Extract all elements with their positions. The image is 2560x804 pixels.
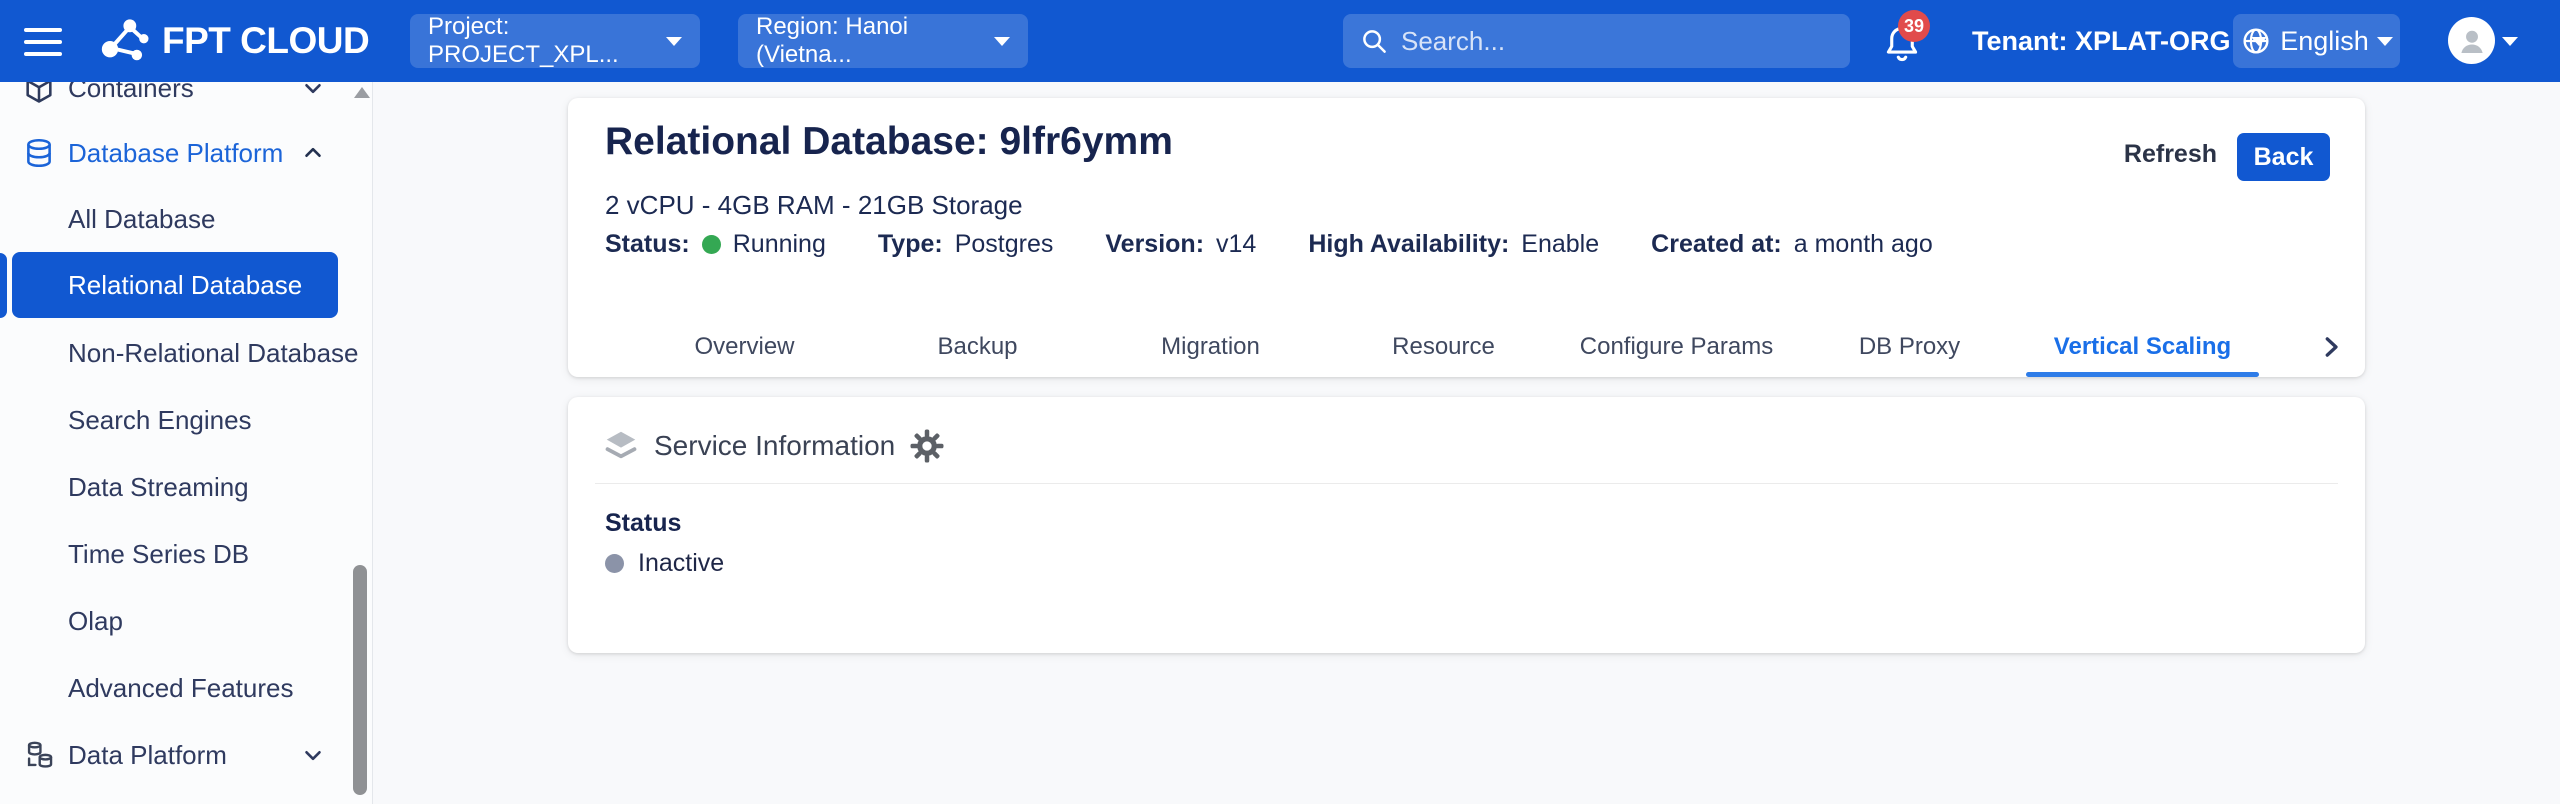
notification-count-badge: 39 [1898, 10, 1930, 42]
sidebar-item-data-streaming[interactable]: Data Streaming [0, 454, 373, 520]
layers-icon [602, 427, 640, 465]
created-value: a month ago [1794, 230, 1933, 259]
globe-icon [2240, 25, 2272, 57]
search-icon [1359, 26, 1389, 56]
tab-resource[interactable]: Resource [1327, 317, 1560, 377]
fpt-molecule-icon [96, 13, 152, 69]
notifications-button[interactable]: 39 [1880, 14, 1938, 72]
service-information-card: Service Information [568, 397, 2365, 653]
project-dropdown[interactable]: Project: PROJECT_XPL... [410, 14, 700, 68]
main-content: Relational Database: 9lfr6ymm 2 vCPU - 4… [373, 82, 2560, 804]
sidebar-item-non-relational-database[interactable]: Non-Relational Database [0, 320, 373, 386]
tab-db-proxy[interactable]: DB Proxy [1793, 317, 2026, 377]
user-avatar[interactable] [2448, 17, 2495, 64]
version-label: Version: [1105, 230, 1204, 259]
service-status-heading: Status [605, 509, 681, 538]
service-status-row: Inactive [605, 549, 724, 578]
status-label: Status: [605, 230, 690, 259]
running-status-dot [702, 235, 721, 254]
meta-version: Version: v14 [1105, 230, 1256, 259]
scrollbar-up-arrow[interactable] [354, 87, 370, 98]
page-title: Relational Database: 9lfr6ymm [605, 120, 1173, 164]
created-label: Created at: [1651, 230, 1782, 259]
meta-type: Type: Postgres [878, 230, 1054, 259]
sidebar-item-data-platform[interactable]: Data Platform [0, 722, 373, 788]
sidebar-item-label: Time Series DB [68, 539, 249, 570]
meta-high-availability: High Availability: Enable [1308, 230, 1599, 259]
ha-value: Enable [1521, 230, 1599, 259]
tenant-dropdown[interactable]: Tenant: XPLAT-ORG [1972, 0, 2267, 82]
fpt-cloud-logo[interactable]: FPT CLOUD [96, 12, 369, 70]
ha-label: High Availability: [1308, 230, 1509, 259]
region-dropdown[interactable]: Region: Hanoi (Vietna... [738, 14, 1028, 68]
sidebar-item-search-engines[interactable]: Search Engines [0, 387, 373, 453]
active-tab-underline [2026, 372, 2259, 377]
service-status-value: Inactive [638, 549, 724, 578]
type-value: Postgres [955, 230, 1054, 259]
divider [595, 483, 2338, 484]
tab-bar: Overview Backup Migration Resource Confi… [628, 317, 2259, 377]
back-button[interactable]: Back [2237, 133, 2330, 181]
sidebar-item-label: Olap [68, 606, 123, 637]
status-value: Running [733, 230, 826, 259]
meta-status: Status: Running [605, 230, 826, 259]
sidebar-item-relational-database[interactable]: Relational Database [12, 252, 338, 318]
sidebar-item-database-platform[interactable]: Database Platform [0, 120, 373, 186]
tab-configure-params[interactable]: Configure Params [1560, 317, 1793, 377]
sidebar-item-time-series-db[interactable]: Time Series DB [0, 521, 373, 587]
sidebar-item-label: Data Platform [68, 740, 227, 771]
database-header-card: Relational Database: 9lfr6ymm 2 vCPU - 4… [568, 98, 2365, 377]
database-icon [22, 136, 56, 170]
scrollbar-thumb[interactable] [353, 565, 367, 795]
tab-vertical-scaling[interactable]: Vertical Scaling [2026, 317, 2259, 377]
caret-down-icon[interactable] [2502, 37, 2518, 46]
sidebar-item-label: All Database [68, 204, 215, 235]
hamburger-menu-button[interactable] [24, 28, 66, 56]
global-search[interactable] [1343, 14, 1850, 68]
sidebar-item-label: Search Engines [68, 405, 252, 436]
service-card-header: Service Information [602, 427, 945, 465]
version-value: v14 [1216, 230, 1256, 259]
instance-specs: 2 vCPU - 4GB RAM - 21GB Storage [605, 190, 1023, 221]
chevron-down-icon [300, 742, 326, 768]
language-label: English [2280, 26, 2369, 57]
sidebar-item-label: Non-Relational Database [68, 338, 359, 369]
language-dropdown[interactable]: English [2233, 14, 2400, 68]
caret-down-icon [2377, 37, 2393, 46]
sidebar-item-label: Relational Database [68, 270, 302, 301]
sidebar-item-label: Data Streaming [68, 472, 249, 503]
logo-text: FPT CLOUD [162, 20, 369, 62]
tab-migration[interactable]: Migration [1094, 317, 1327, 377]
person-icon [2455, 24, 2489, 58]
top-navbar: FPT CLOUD Project: PROJECT_XPL... Region… [0, 0, 2560, 82]
sidebar: Containers Database Platform All Databas… [0, 0, 373, 804]
inactive-status-dot [605, 554, 624, 573]
chevron-right-icon[interactable] [2313, 329, 2349, 365]
chevron-up-icon [300, 140, 326, 166]
search-input[interactable] [1401, 26, 1834, 57]
meta-created-at: Created at: a month ago [1651, 230, 1933, 259]
sidebar-item-label: Database Platform [68, 138, 283, 169]
tab-backup[interactable]: Backup [861, 317, 1094, 377]
tab-overview[interactable]: Overview [628, 317, 861, 377]
caret-down-icon [994, 37, 1010, 46]
database-stack-icon [22, 738, 56, 772]
sidebar-item-label: Advanced Features [68, 673, 293, 704]
caret-down-icon [666, 37, 682, 46]
tenant-label: Tenant: XPLAT-ORG [1972, 26, 2231, 57]
project-dropdown-label: Project: PROJECT_XPL... [428, 13, 666, 69]
type-label: Type: [878, 230, 943, 259]
gear-icon[interactable] [909, 428, 945, 464]
sidebar-selection-accent [0, 253, 7, 318]
meta-row: Status: Running Type: Postgres Version: … [605, 230, 1933, 259]
screen: Containers Database Platform All Databas… [0, 0, 2560, 804]
sidebar-item-advanced-features[interactable]: Advanced Features [0, 655, 373, 721]
sidebar-item-olap[interactable]: Olap [0, 588, 373, 654]
sidebar-item-all-database[interactable]: All Database [0, 186, 373, 252]
refresh-button[interactable]: Refresh [2124, 140, 2217, 169]
service-card-title: Service Information [654, 430, 895, 462]
region-dropdown-label: Region: Hanoi (Vietna... [756, 13, 994, 69]
